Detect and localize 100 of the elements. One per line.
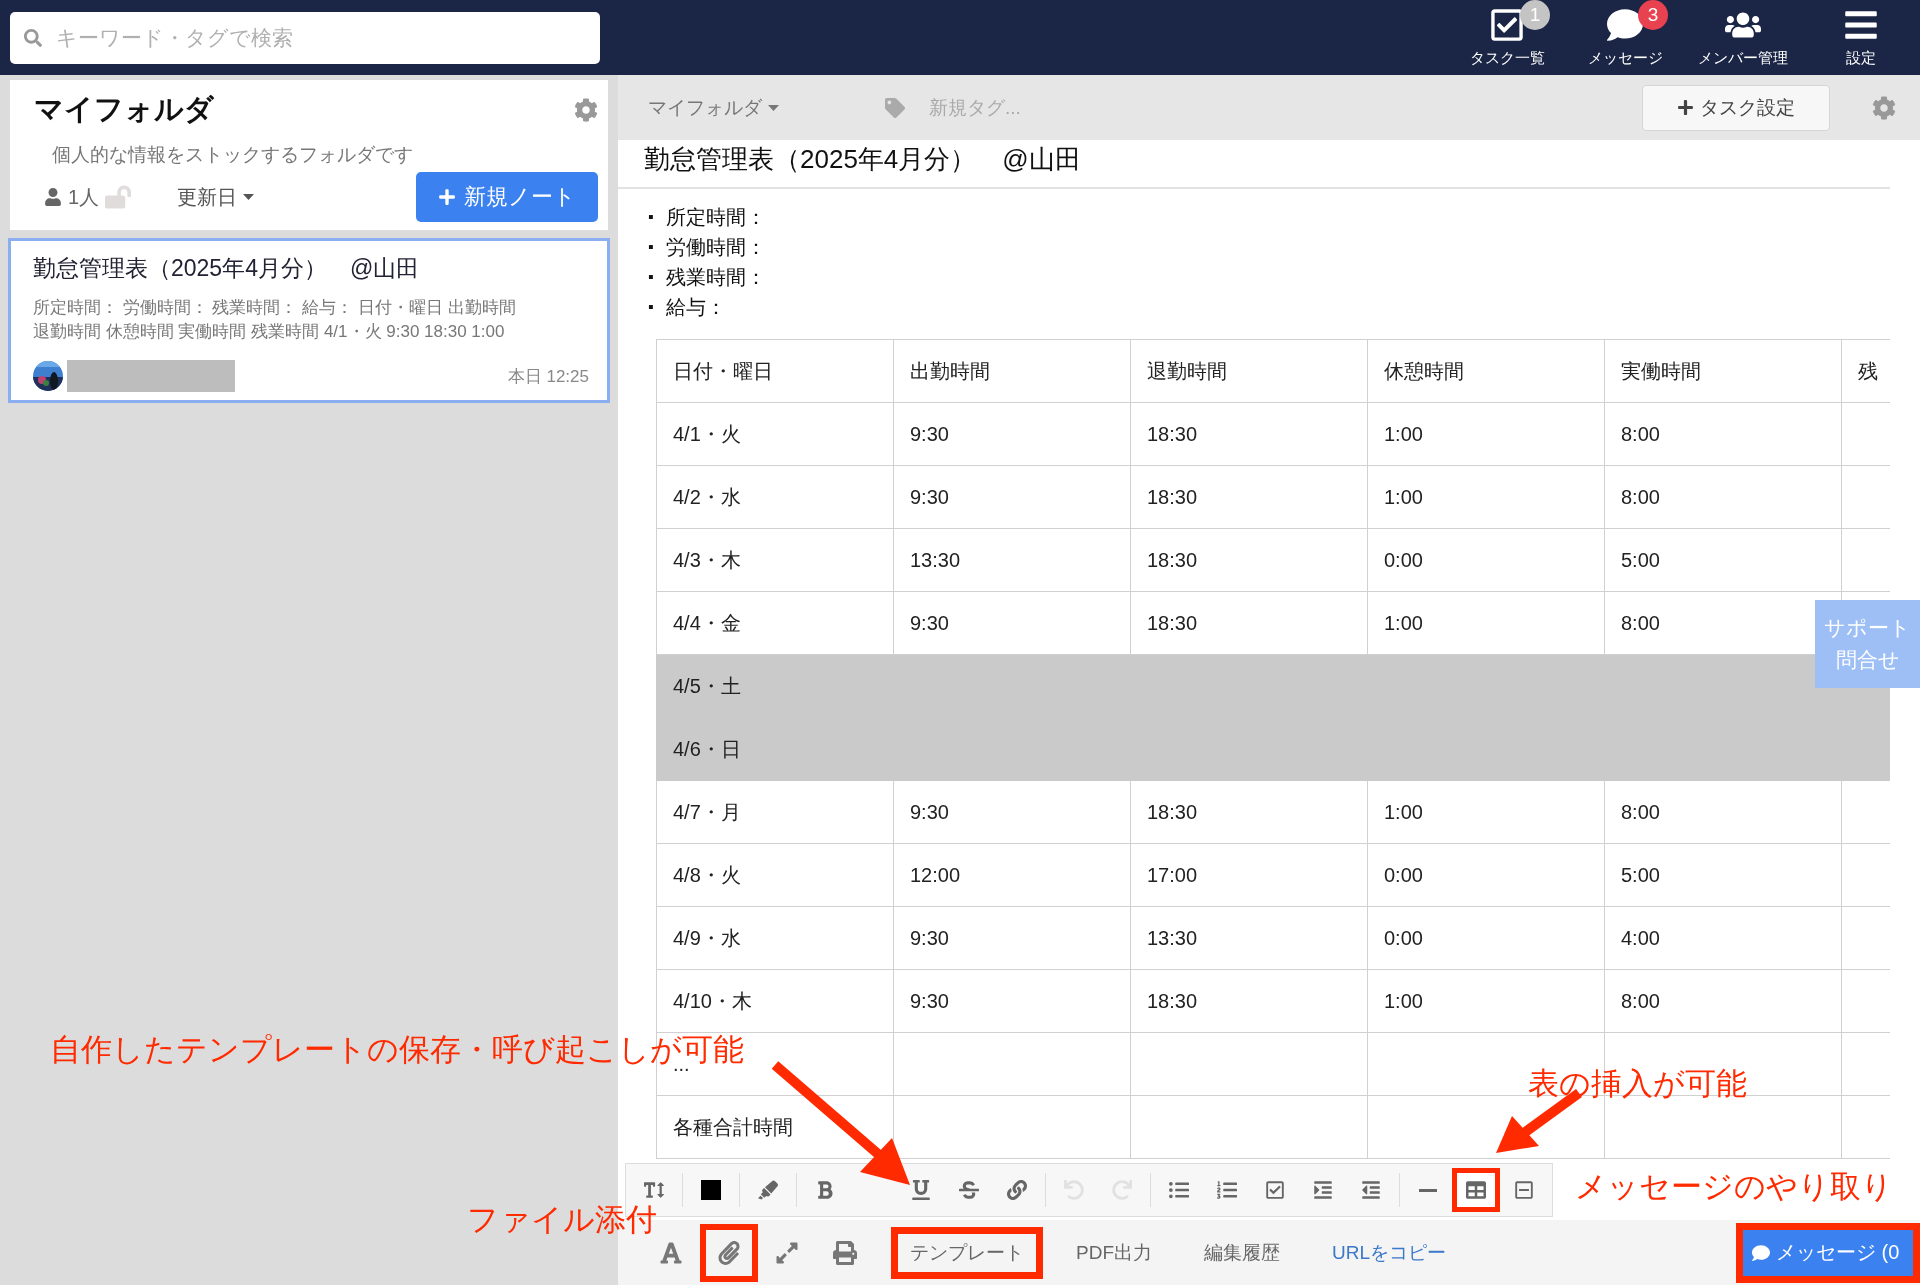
note-excerpt: 所定時間： 労働時間： 残業時間： 給与： 日付・曜日 出勤時間 <box>33 297 517 319</box>
table-cell: 4/2・水 <box>656 465 894 529</box>
bullet-marker: ▪ <box>648 297 655 317</box>
note-title: 勤怠管理表（2025年4月分） @山田 <box>33 254 421 283</box>
speech-bubble-icon <box>1752 1243 1770 1262</box>
table-cell: 12:00 <box>893 843 1131 907</box>
table-cell: 9:30 <box>893 402 1131 466</box>
table-cell: 9:30 <box>893 591 1131 655</box>
settings-icon[interactable] <box>574 98 598 122</box>
table-cell: 4/9・水 <box>656 906 894 970</box>
note-excerpt: 退勤時間 休憩時間 実働時間 残業時間 4/1・火 9:30 18:30 1:00 <box>33 321 506 343</box>
column-header: 日付・曜日 <box>656 339 894 403</box>
bold-icon <box>815 1180 835 1200</box>
bullet-item: 残業時間： <box>666 265 766 289</box>
table-cell: 5:00 <box>1604 843 1842 907</box>
action-button[interactable]: テンプレート <box>894 1229 1040 1276</box>
table-cell: 0:00 <box>1367 843 1605 907</box>
underline-icon <box>911 1180 931 1200</box>
tag-input[interactable]: 新規タグ... <box>927 95 1131 120</box>
table-cell: 4/7・月 <box>656 780 894 844</box>
table-cell: 18:30 <box>1130 969 1368 1033</box>
link-icon <box>1007 1180 1027 1200</box>
text-size-icon <box>644 1180 664 1200</box>
table-cell: 1:00 <box>1367 591 1605 655</box>
printer-icon <box>833 1240 857 1265</box>
new-note-button[interactable]: 新規ノート <box>416 172 598 222</box>
table-cell: 0:00 <box>1367 528 1605 592</box>
table-cell: 18:30 <box>1130 465 1368 529</box>
nav-label: メッセージ <box>1587 49 1663 68</box>
table-cell: 8:00 <box>1604 465 1842 529</box>
speech-bubble-icon <box>1607 7 1643 43</box>
column-header: 実働時間 <box>1604 339 1842 403</box>
annotation-text: ファイル添付 <box>467 1204 657 1236</box>
action-button[interactable]: 編集履歴 <box>1188 1229 1296 1276</box>
plus-icon <box>1677 99 1694 116</box>
table-cell: 各種合計時間 <box>656 1095 894 1159</box>
font-icon <box>659 1240 683 1265</box>
table-cell: 1:00 <box>1367 402 1605 466</box>
task-settings-button[interactable]: タスク設定 <box>1642 84 1830 131</box>
table-cell: 4/1・火 <box>656 402 894 466</box>
person-icon <box>44 188 62 206</box>
table-cell: 4:00 <box>1604 906 1842 970</box>
search-input[interactable]: キーワード・タグで検索 <box>54 24 586 51</box>
bullet-marker: ▪ <box>648 267 655 287</box>
action-button[interactable]: PDF出力 <box>1060 1229 1168 1276</box>
indent-icon <box>1313 1180 1333 1200</box>
folder-title: マイフォルダ <box>34 92 214 127</box>
search-field[interactable]: キーワード・タグで検索 <box>10 11 600 64</box>
document-title: 勤怠管理表（2025年4月分） @山田 <box>618 140 1890 189</box>
tool-button[interactable] <box>700 1223 758 1282</box>
table-cell: 8:00 <box>1604 780 1842 844</box>
horizontal-rule-icon <box>1419 1188 1437 1192</box>
bullet-list-icon <box>1169 1180 1189 1200</box>
sort-dropdown[interactable]: 更新日 <box>171 182 261 212</box>
column-header: 出勤時間 <box>893 339 1131 403</box>
table-cell: 17:00 <box>1130 843 1368 907</box>
table-icon <box>1466 1180 1486 1200</box>
column-header: 休憩時間 <box>1367 339 1605 403</box>
plus-icon <box>438 188 456 206</box>
table-cell: 4/6・日 <box>656 717 894 781</box>
note-card[interactable]: 勤怠管理表（2025年4月分） @山田 所定時間： 労働時間： 残業時間： 給与： 日付・曜日 出勤時間 退勤時間 休憩時間 実働時間 残業時間 4/1・火 9:30 18:30 1:00 本日 12:25 <box>8 238 610 403</box>
table-cell: 18:30 <box>1130 780 1368 844</box>
paperclip-icon <box>717 1240 741 1265</box>
nav-label: メンバー管理 <box>1698 49 1788 68</box>
table-cell: 9:30 <box>893 465 1131 529</box>
table-cell: 5:00 <box>1604 528 1842 592</box>
column-header: 退勤時間 <box>1130 339 1368 403</box>
copy-url-link[interactable]: URLをコピー <box>1316 1229 1462 1276</box>
nav-button[interactable]: メンバー管理 <box>1684 0 1802 75</box>
caret-icon <box>768 104 779 111</box>
nav-button[interactable]: タスク一覧 1 <box>1448 0 1566 75</box>
table-cell: 4/4・金 <box>656 591 894 655</box>
table-cell: 8:00 <box>1604 402 1842 466</box>
table-cell: 1:00 <box>1367 780 1605 844</box>
table-cell: 9:30 <box>893 780 1131 844</box>
checkbox-icon <box>1265 1180 1285 1200</box>
nav-button[interactable]: 設定 <box>1802 0 1920 75</box>
outdent-icon <box>1361 1180 1381 1200</box>
count-badge: 3 <box>1638 0 1668 30</box>
caret-icon <box>243 194 255 200</box>
search-icon <box>24 28 42 47</box>
folder-dropdown[interactable]: マイフォルダ <box>642 93 785 122</box>
table-cell: 18:30 <box>1130 402 1368 466</box>
table-cell: 8:00 <box>1604 969 1842 1033</box>
strikethrough-icon <box>959 1180 979 1200</box>
table-cell: 13:30 <box>893 528 1131 592</box>
bullet-marker: ▪ <box>648 207 655 227</box>
count-badge: 1 <box>1520 0 1550 30</box>
unlock-icon <box>105 184 132 210</box>
nav-label: 設定 <box>1846 49 1876 68</box>
table-cell: 0:00 <box>1367 906 1605 970</box>
table-cell: 9:30 <box>893 906 1131 970</box>
tag-icon <box>885 97 905 118</box>
table-cell: 18:30 <box>1130 591 1368 655</box>
message-button[interactable]: メッセージ (0 <box>1736 1222 1920 1283</box>
table-cell: 9:30 <box>893 969 1131 1033</box>
nav-button[interactable]: メッセージ 3 <box>1566 0 1684 75</box>
nav-label: タスク一覧 <box>1469 49 1545 68</box>
checkbox-icon <box>1489 7 1525 43</box>
table-cell: 18:30 <box>1130 528 1368 592</box>
